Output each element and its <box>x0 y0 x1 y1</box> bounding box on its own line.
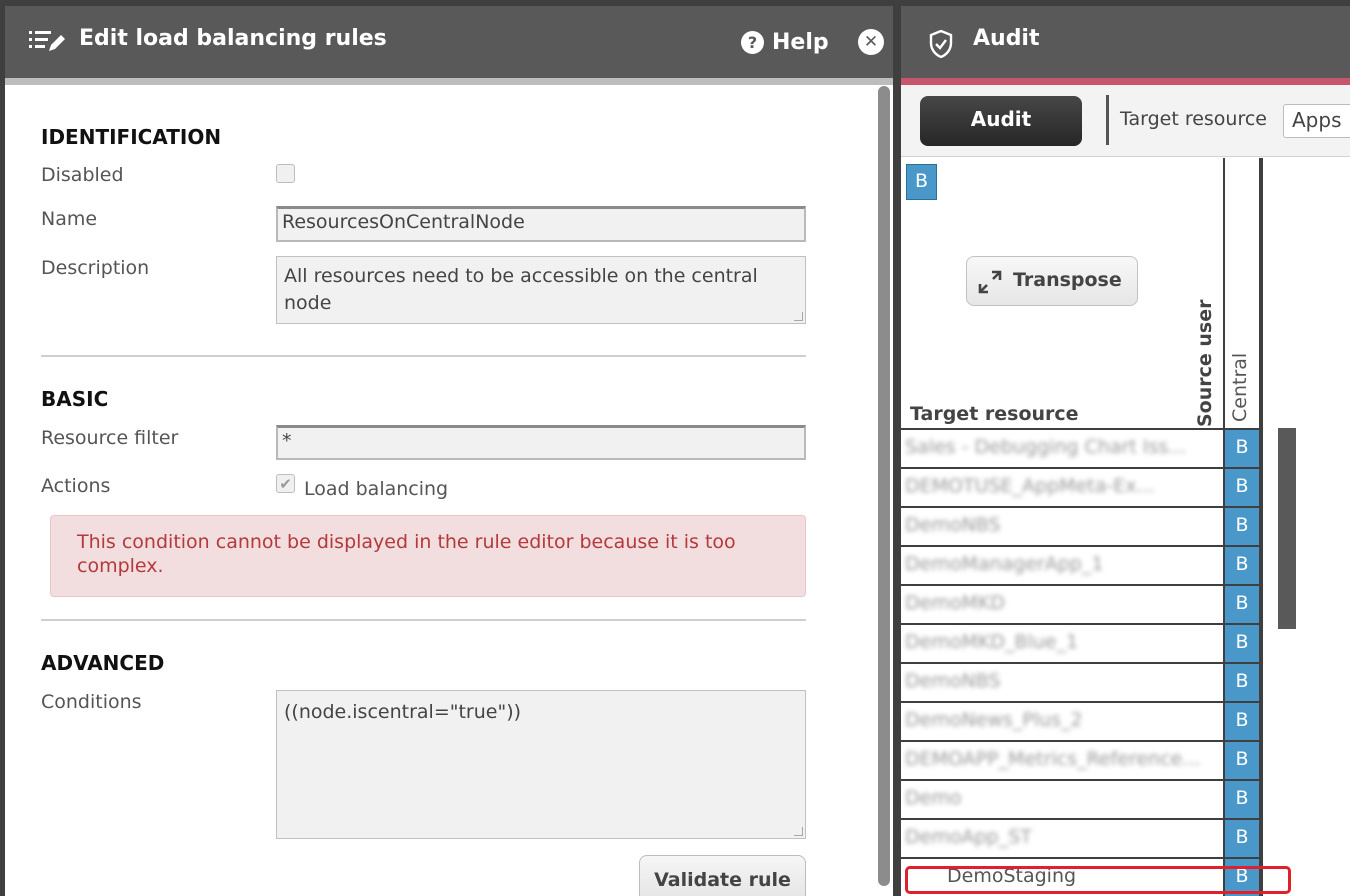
table-row[interactable]: Sales - Debugging Chart Iss... B <box>901 428 1261 467</box>
resource-filter-input[interactable]: * <box>276 425 806 460</box>
disabled-label: Disabled <box>41 164 124 186</box>
central-access-cell[interactable]: B <box>1225 703 1259 740</box>
target-resource-name: DemoNews_Plus_2 <box>905 709 1083 731</box>
load-balancing-label: Load balancing <box>304 478 449 500</box>
description-textarea[interactable]: All resources need to be accessible on t… <box>276 256 806 324</box>
target-resource-name: DemoNBS <box>905 670 1001 692</box>
central-access-cell[interactable]: B <box>1225 664 1259 701</box>
name-input[interactable]: ResourcesOnCentralNode <box>276 206 806 242</box>
description-label: Description <box>41 257 150 279</box>
actions-label: Actions <box>41 475 111 497</box>
central-access-cell[interactable]: B <box>1225 547 1259 584</box>
header-strip <box>5 78 893 85</box>
table-row[interactable]: DemoNBS B <box>901 662 1261 701</box>
table-row[interactable]: DemoMKD B <box>901 584 1261 623</box>
scrollbar-thumb[interactable] <box>1278 428 1296 629</box>
section-title-identification: IDENTIFICATION <box>41 125 222 149</box>
audit-accent-strip <box>901 78 1350 85</box>
complexity-error-message: This condition cannot be displayed in th… <box>50 515 806 597</box>
table-row[interactable]: DemoApp_ST B <box>901 818 1261 857</box>
central-access-cell[interactable]: B <box>1225 781 1259 818</box>
central-access-cell[interactable]: B <box>1225 625 1259 662</box>
central-access-cell[interactable]: B <box>1225 820 1259 857</box>
table-row[interactable]: DEMOAPP_Metrics_Reference... B <box>901 740 1261 779</box>
section-divider <box>41 619 806 621</box>
conditions-label: Conditions <box>41 691 142 713</box>
audit-title: Audit <box>973 26 1040 51</box>
central-access-cell[interactable]: B <box>1225 430 1259 467</box>
target-resource-name: DemoMKD_Blue_1 <box>905 631 1079 653</box>
target-resource-name: DEMOTUSE_AppMeta-Ex... <box>905 475 1155 497</box>
table-row[interactable]: DemoNews_Plus_2 B <box>901 701 1261 740</box>
validate-rule-button[interactable]: Validate rule <box>639 855 806 896</box>
transpose-label: Transpose <box>1013 269 1122 291</box>
close-icon[interactable]: ✕ <box>858 29 884 55</box>
edit-list-icon <box>29 31 65 51</box>
table-row[interactable]: Demo B <box>901 779 1261 818</box>
frame-left <box>0 0 5 896</box>
panel-title: Edit load balancing rules <box>79 26 387 51</box>
question-circle-icon: ? <box>741 30 764 54</box>
target-resource-label: Target resource <box>1120 108 1267 130</box>
help-label: Help <box>772 29 829 55</box>
audit-panel: Audit Audit Target resource Apps B Trans… <box>901 0 1350 896</box>
column-header-target-resource: Target resource <box>910 403 1079 425</box>
target-resource-select[interactable]: Apps <box>1283 104 1350 138</box>
central-access-cell[interactable]: B <box>1225 469 1259 506</box>
conditions-textarea[interactable]: ((node.iscentral="true")) <box>276 690 806 839</box>
name-label: Name <box>41 208 98 230</box>
central-access-cell[interactable]: B <box>1225 508 1259 545</box>
target-resource-name: DemoApp_ST <box>905 826 1032 848</box>
target-resource-name: Sales - Debugging Chart Iss... <box>905 436 1187 458</box>
audit-button[interactable]: Audit <box>920 96 1082 146</box>
description-value: All resources need to be accessible on t… <box>284 265 758 314</box>
central-access-cell[interactable]: B <box>1225 586 1259 623</box>
scrollbar-thumb[interactable] <box>878 86 890 886</box>
column-header-central: Central <box>1229 352 1251 422</box>
central-access-cell[interactable]: B <box>1225 742 1259 779</box>
shield-icon <box>929 30 953 58</box>
audit-toolbar: Audit Target resource Apps <box>901 85 1350 157</box>
table-row[interactable]: DemoManagerApp_1 B <box>901 545 1261 584</box>
section-title-advanced: ADVANCED <box>41 651 165 675</box>
toolbar-separator <box>1106 95 1109 145</box>
target-resource-name: DemoMKD <box>905 592 1005 614</box>
edit-rules-header: Edit load balancing rules ? Help <box>5 6 893 78</box>
table-row[interactable]: DemoNBS B <box>901 506 1261 545</box>
expand-arrows-icon <box>978 270 1002 294</box>
section-title-basic: BASIC <box>41 387 109 411</box>
highlight-annotation <box>905 866 1291 894</box>
transpose-button[interactable]: Transpose <box>966 256 1138 306</box>
panel-divider <box>893 0 901 896</box>
resize-grip-icon[interactable] <box>794 312 803 321</box>
audit-header: Audit <box>901 6 1350 78</box>
table-row[interactable]: DEMOTUSE_AppMeta-Ex... B <box>901 467 1261 506</box>
conditions-value: ((node.iscentral="true")) <box>284 701 522 723</box>
resource-filter-label: Resource filter <box>41 427 179 449</box>
resize-grip-icon[interactable] <box>794 827 803 836</box>
help-button[interactable]: ? Help <box>741 24 829 60</box>
load-balancing-checkbox[interactable]: ✔ <box>276 474 295 493</box>
section-divider <box>41 355 806 357</box>
corner-cell[interactable]: B <box>906 164 937 200</box>
column-header-source-user: Source user <box>1194 299 1216 428</box>
target-resource-name: DemoNBS <box>905 514 1001 536</box>
edit-rules-panel: Edit load balancing rules ? Help ✕ IDENT… <box>0 0 893 896</box>
table-row[interactable]: DemoMKD_Blue_1 B <box>901 623 1261 662</box>
target-resource-name: DEMOAPP_Metrics_Reference... <box>905 748 1201 770</box>
disabled-checkbox[interactable] <box>276 164 295 183</box>
target-resource-name: DemoManagerApp_1 <box>905 553 1104 575</box>
target-resource-name: Demo <box>905 787 962 809</box>
